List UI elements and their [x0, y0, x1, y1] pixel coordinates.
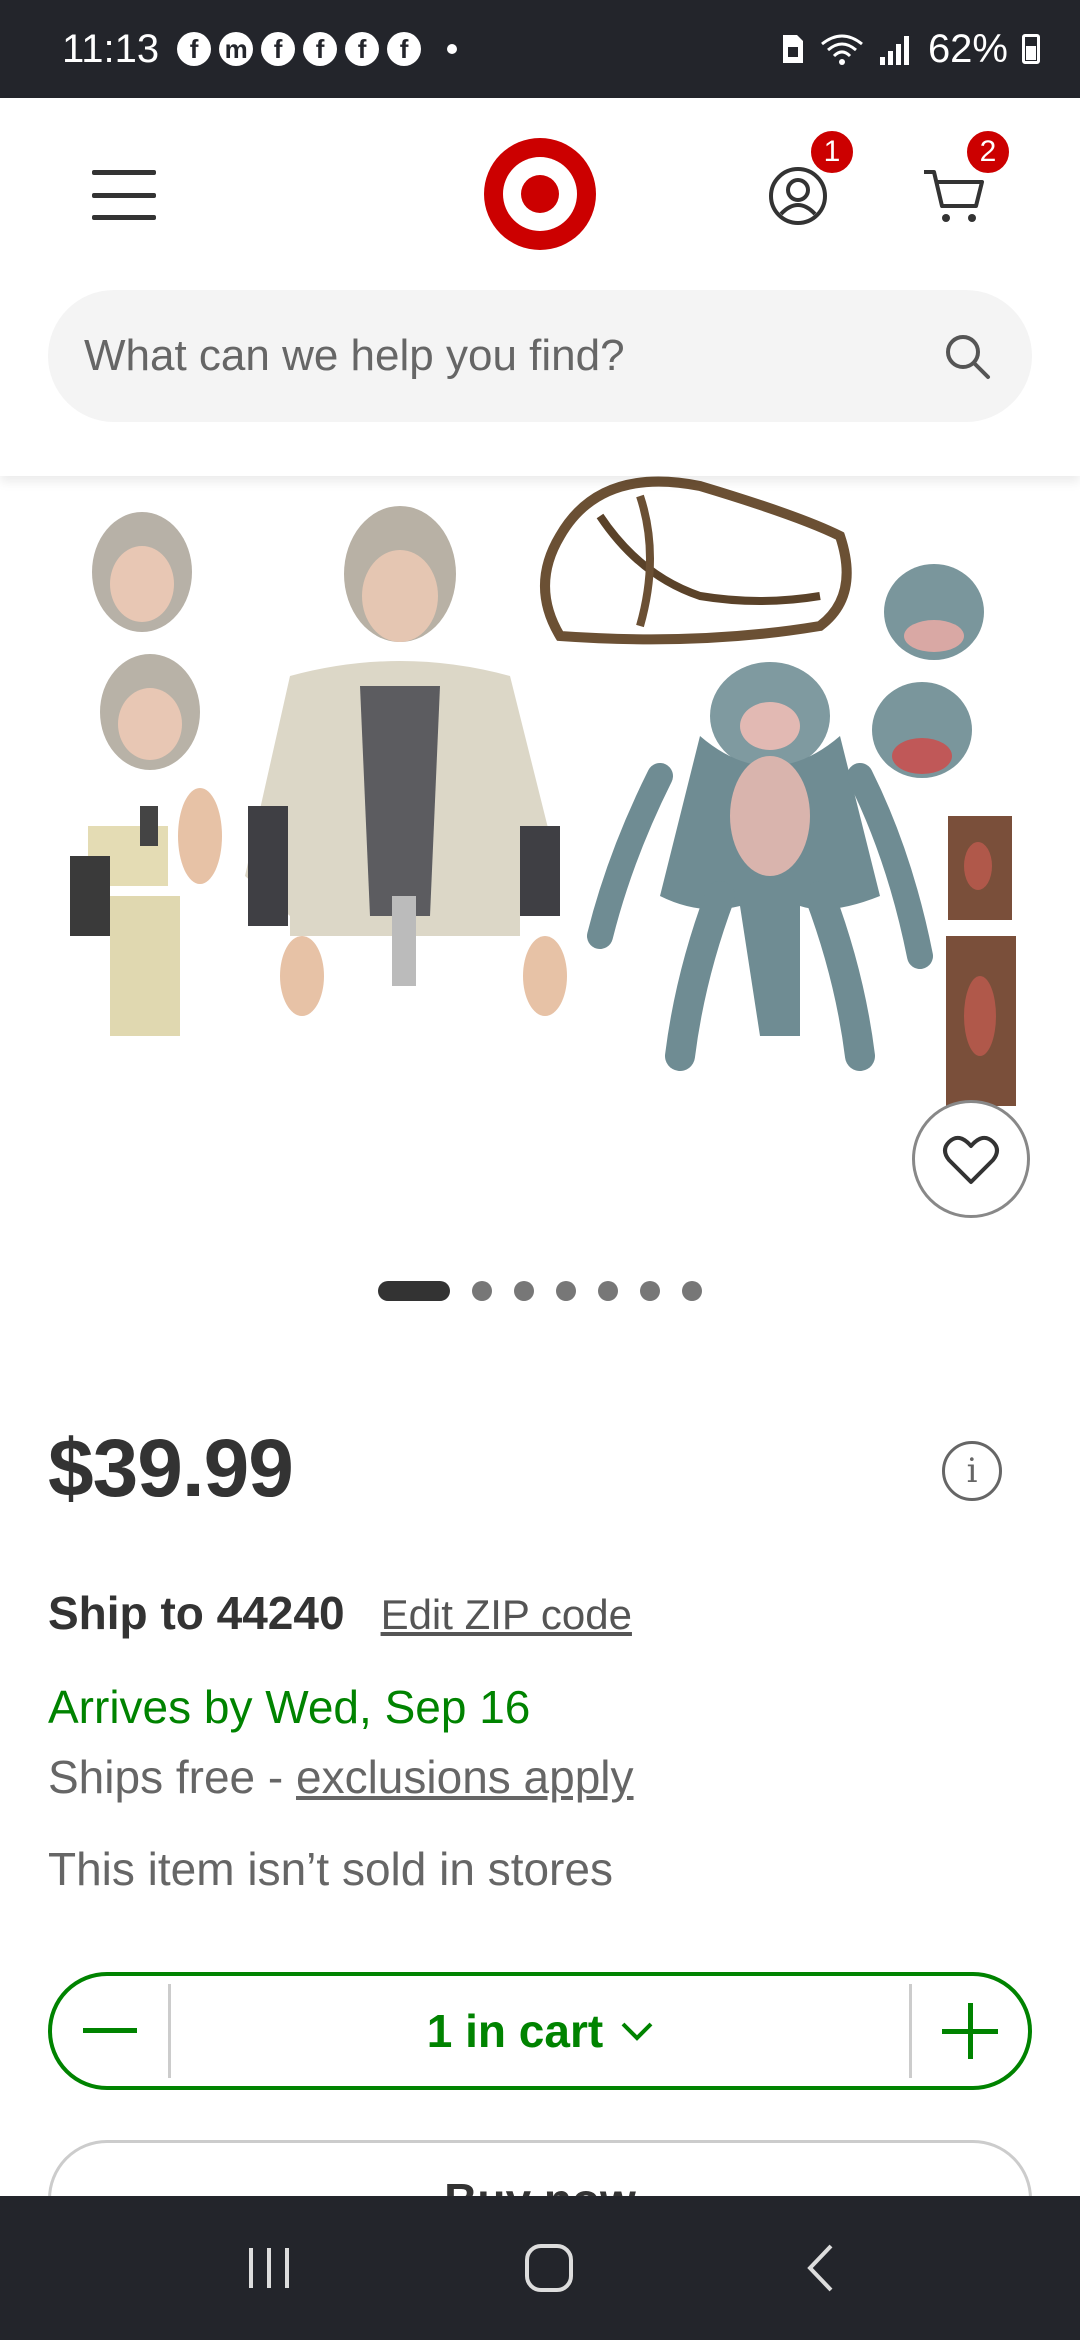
cart-badge: 2: [964, 128, 1012, 176]
edit-zip-link[interactable]: Edit ZIP code: [381, 1591, 632, 1639]
minus-icon: [83, 2028, 137, 2033]
sim-icon: [782, 35, 803, 63]
notification-icons: f m f f f f: [177, 32, 458, 66]
plus-icon: [942, 2003, 998, 2059]
battery-percent: 62%: [927, 26, 1008, 71]
cart-quantity-dropdown[interactable]: 1 in cart: [171, 2004, 909, 2058]
messenger-icon: m: [219, 32, 254, 66]
product-price: $39.99: [48, 1423, 294, 1514]
info-icon[interactable]: i: [942, 1441, 1002, 1501]
app-header: 1 2: [0, 98, 1080, 476]
hamburger-icon: [92, 170, 156, 175]
system-nav-bar: [0, 2196, 1080, 2340]
pagination-dot[interactable]: [640, 1281, 660, 1301]
target-logo[interactable]: [484, 138, 596, 250]
pagination-dot[interactable]: [514, 1281, 534, 1301]
ships-free-text: Ships free - exclusions apply: [48, 1751, 634, 1803]
home-icon[interactable]: [524, 2243, 574, 2293]
account-badge: 1: [808, 128, 856, 176]
favorite-button[interactable]: [912, 1100, 1030, 1218]
image-pagination: [378, 1281, 702, 1301]
status-bar: 11:13 f m f f f f 62%: [0, 0, 1080, 98]
facebook-icon: f: [261, 32, 296, 66]
facebook-icon: f: [177, 32, 212, 66]
ship-to-zip: Ship to 44240: [48, 1587, 345, 1639]
pagination-dot[interactable]: [598, 1281, 618, 1301]
search-icon[interactable]: [942, 331, 992, 381]
status-right: 62%: [780, 27, 1040, 72]
battery-icon: [1022, 34, 1040, 64]
status-time: 11:13: [62, 26, 160, 71]
facebook-icon: f: [345, 32, 380, 66]
product-image[interactable]: [0, 476, 1080, 1236]
facebook-icon: f: [303, 32, 338, 66]
search-bar[interactable]: [48, 290, 1032, 422]
increase-quantity-button[interactable]: [912, 1976, 1028, 2086]
account-icon[interactable]: [768, 166, 828, 226]
pagination-dot[interactable]: [472, 1281, 492, 1301]
exclusions-link[interactable]: exclusions apply: [296, 1751, 634, 1803]
arrival-date: Arrives by Wed, Sep 16: [48, 1681, 531, 1733]
wifi-icon: [821, 34, 863, 65]
menu-button[interactable]: [92, 170, 156, 220]
chevron-down-icon: [621, 2022, 653, 2041]
heart-icon: [943, 1135, 999, 1184]
store-availability-note: This item isn’t sold in stores: [48, 1843, 613, 1895]
pagination-dot-active[interactable]: [378, 1281, 450, 1301]
cart-quantity-label: 1 in cart: [426, 2005, 604, 2057]
pagination-dot[interactable]: [682, 1281, 702, 1301]
back-icon[interactable]: [805, 2243, 835, 2293]
more-notifications-dot: [447, 44, 458, 54]
search-input[interactable]: [84, 331, 942, 381]
recent-apps-icon[interactable]: [245, 2246, 293, 2290]
cart-icon[interactable]: [922, 166, 986, 226]
signal-icon: [879, 36, 909, 65]
quantity-stepper: 1 in cart: [48, 1972, 1032, 2090]
facebook-icon: f: [387, 32, 422, 66]
action-figure-set-image: [70, 476, 1016, 1106]
decrease-quantity-button[interactable]: [52, 1976, 168, 2086]
pagination-dot[interactable]: [556, 1281, 576, 1301]
ship-row: Ship to 44240 Edit ZIP code: [48, 1586, 632, 1640]
